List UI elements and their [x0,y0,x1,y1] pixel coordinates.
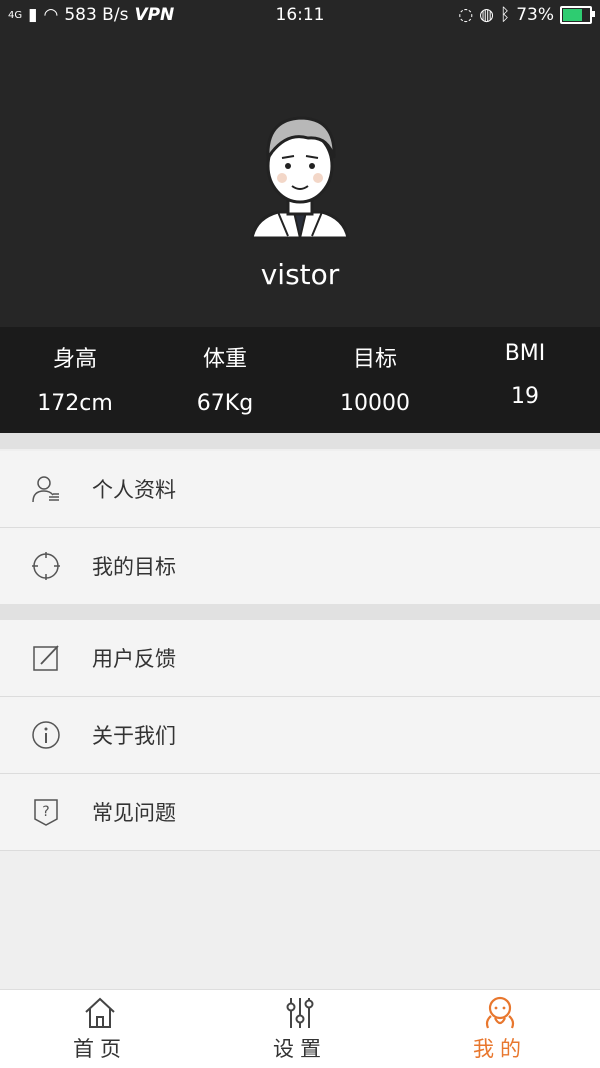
menu-item-label: 个人资料 [92,478,176,502]
status-bar: 4G ▮ ◠ 583 B/s VPN 16:11 ◌ ◍ ᛒ 73% [0,0,600,32]
menu-item-my-goal[interactable]: 我的目标 [0,528,600,605]
tab-label: 首页 [73,1037,127,1061]
menu-item-faq[interactable]: ? 常见问题 [0,774,600,851]
stat-label: 体重 [202,347,247,372]
stat-weight: 体重 67Kg [150,327,300,433]
stat-label: BMI [504,341,546,366]
menu-item-about-us[interactable]: 关于我们 [0,697,600,774]
avatar[interactable] [248,108,352,248]
bottom-tab-bar: 首页 设置 我的 [0,989,600,1068]
lock-rotation-icon: ◍ [479,5,494,25]
sliders-icon [286,998,314,1028]
menu-group-profile: 个人资料 我的目标 [0,451,600,605]
target-icon [32,552,60,580]
menu-item-label: 我的目标 [92,555,176,579]
stat-bmi: BMI 19 [450,327,600,433]
stat-height: 身高 172cm [0,327,150,433]
bluetooth-icon: ᛒ [500,5,511,25]
battery-icon [560,6,595,24]
tab-label: 我的 [473,1037,527,1061]
menu-group-support: 用户反馈 关于我们 ? 常见问题 [0,620,600,851]
menu-item-label: 常见问题 [92,801,176,825]
battery-percent: 73% [516,5,554,25]
tab-home[interactable]: 首页 [0,990,200,1068]
stat-label: 目标 [352,347,397,372]
question-icon: ? [34,799,58,826]
menu-item-personal-info[interactable]: 个人资料 [0,451,600,528]
menu-item-label: 关于我们 [92,724,176,748]
person-icon [32,476,59,503]
menu-item-label: 用户反馈 [92,647,176,671]
stat-value: 172cm [37,391,113,416]
tab-settings[interactable]: 设置 [200,990,400,1068]
svg-text:?: ? [42,804,49,820]
stat-value: 67Kg [196,391,254,416]
mute-icon: ◌ [458,5,474,25]
stat-goal: 目标 10000 [300,327,450,433]
stat-value: 19 [511,384,539,409]
username: vistor [260,258,340,291]
menu-item-feedback[interactable]: 用户反馈 [0,620,600,697]
tab-label: 设置 [273,1037,327,1061]
stat-value: 10000 [340,391,410,416]
edit-icon [33,645,59,671]
user-icon [485,996,515,1029]
clock: 16:11 [275,5,325,25]
stats-bar: 身高 172cm 体重 67Kg 目标 10000 BMI 19 [0,327,600,433]
tab-mine[interactable]: 我的 [400,990,600,1068]
stat-label: 身高 [52,347,97,372]
info-icon [32,721,60,749]
home-icon [85,997,115,1028]
section-divider [0,433,600,449]
section-divider [0,604,600,620]
